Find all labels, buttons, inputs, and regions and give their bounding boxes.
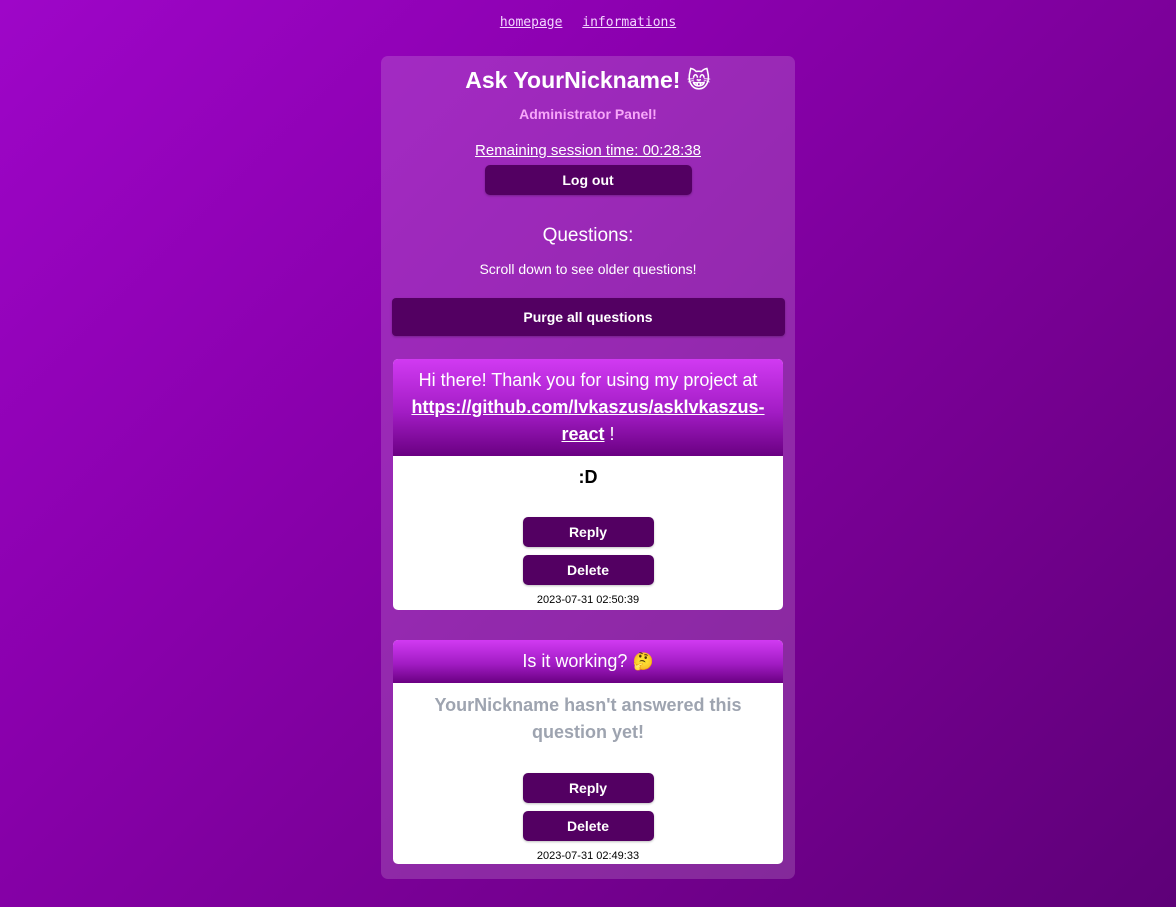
logout-button[interactable]: Log out — [484, 165, 692, 195]
reply-button[interactable]: Reply — [522, 517, 654, 547]
questions-heading: Questions: — [542, 225, 634, 246]
question-text-before: Hi there! Thank you for using my project… — [418, 370, 758, 390]
questions-hint: Scroll down to see older questions! — [479, 261, 697, 277]
homepage-link[interactable]: homepage — [500, 15, 563, 30]
delete-button[interactable]: Delete — [522, 555, 654, 585]
purge-all-button[interactable]: Purge all questions — [391, 298, 785, 336]
project-link[interactable]: https://github.com/lvkaszus/asklvkaszus-… — [411, 397, 764, 444]
delete-button[interactable]: Delete — [522, 811, 654, 841]
grinning-cat-icon: 😸 — [686, 67, 711, 93]
top-nav: homepage informations — [0, 15, 1176, 30]
thinking-face-icon: 🤔 — [632, 652, 654, 671]
question-timestamp: 2023-07-31 02:50:39 — [536, 594, 640, 606]
page-title: Ask YourNickname! 😸 — [381, 66, 795, 94]
panel-subtitle: Administrator Panel! — [519, 106, 657, 122]
reply-button[interactable]: Reply — [522, 773, 654, 803]
question-text: Is it working? 🤔 — [393, 640, 783, 683]
question-card: Hi there! Thank you for using my project… — [393, 359, 783, 610]
page-title-text: Ask YourNickname! — [465, 67, 681, 93]
question-card: Is it working? 🤔 YourNickname hasn't ans… — [393, 640, 783, 864]
question-text: Hi there! Thank you for using my project… — [393, 359, 783, 456]
session-timer[interactable]: Remaining session time: 00:28:38 — [381, 142, 795, 159]
answer-text: :D — [578, 467, 598, 487]
question-timestamp: 2023-07-31 02:49:33 — [536, 850, 640, 862]
question-text-body: Is it working? — [522, 651, 628, 671]
unanswered-notice: YourNickname hasn't answered this questi… — [434, 695, 742, 742]
admin-panel: Ask YourNickname! 😸 Administrator Panel!… — [381, 56, 795, 879]
informations-link[interactable]: informations — [582, 15, 676, 30]
question-text-after: ! — [604, 424, 615, 444]
